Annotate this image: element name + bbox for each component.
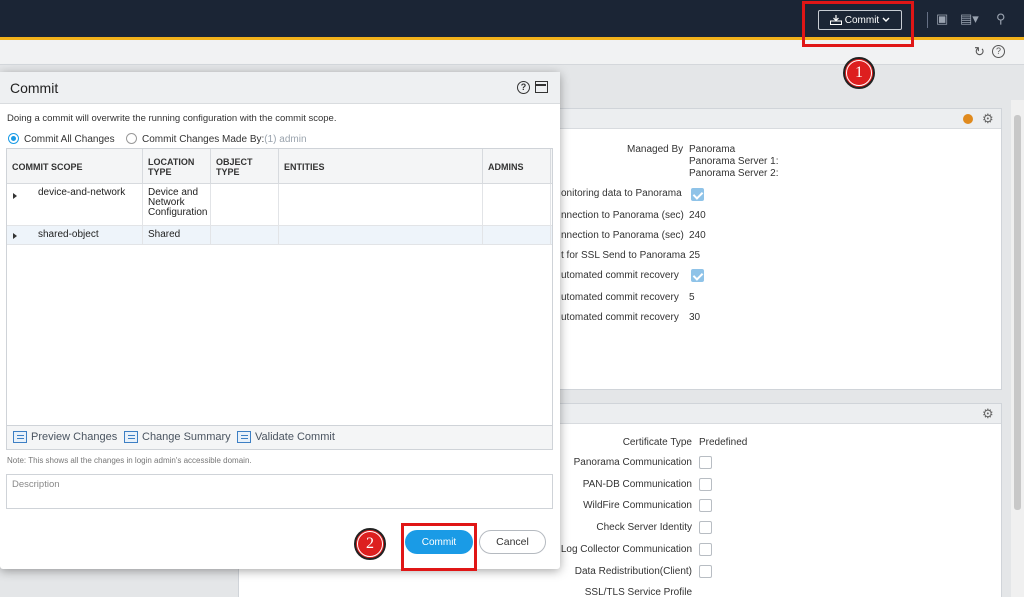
table-header: COMMIT SCOPE LOCATION TYPE OBJECT TYPE E… <box>7 149 552 184</box>
certificate-type-value: Predefined <box>699 437 748 448</box>
commit-by-radio[interactable] <box>126 133 137 144</box>
table-row[interactable]: shared-object Shared <box>7 225 552 245</box>
preview-changes-icon <box>13 431 27 443</box>
table-actions: Preview Changes Change Summary Validate … <box>6 426 553 450</box>
dialog-title: Commit <box>10 80 59 96</box>
commit-description: Doing a commit will overwrite the runnin… <box>7 113 337 124</box>
setting-label: Data Redistribution(Client) <box>574 566 692 577</box>
commit-scope-cell: shared-object <box>7 226 143 244</box>
setting-value: 240 <box>689 230 706 241</box>
object-type-cell <box>211 226 279 244</box>
setting-label: t for SSL Send to Panorama <box>561 250 686 261</box>
location-type-cell: Device and Network Configuration <box>143 184 211 225</box>
table-row[interactable]: device-and-network Device and Network Co… <box>7 184 552 225</box>
dialog-header: Commit ? <box>0 72 560 104</box>
setting-label: Check Server Identity <box>596 522 692 533</box>
setting-label: WildFire Communication <box>583 500 692 511</box>
setting-value: 25 <box>689 250 701 261</box>
search-icon[interactable]: ⚲ <box>996 11 1006 27</box>
managed-by-value: Panorama <box>689 144 736 155</box>
column-header[interactable]: ENTITIES <box>279 149 483 184</box>
panorama-server-2-label: Panorama Server 2: <box>689 168 779 179</box>
setting-label: Panorama Communication <box>573 457 692 468</box>
setting-label: Log Collector Communication <box>560 544 692 555</box>
admins-cell <box>483 184 551 225</box>
help-icon[interactable]: ? <box>992 45 1005 58</box>
managed-by-label: Managed By <box>627 144 684 155</box>
setting-label: onitoring data to Panorama <box>561 188 682 199</box>
maximize-icon[interactable] <box>535 81 548 93</box>
entities-cell <box>279 184 483 225</box>
commit-all-radio[interactable] <box>8 133 19 144</box>
column-header[interactable]: LOCATION TYPE <box>143 149 211 184</box>
scrollbar-thumb[interactable] <box>1014 115 1021 510</box>
commit-scope-table: COMMIT SCOPE LOCATION TYPE OBJECT TYPE E… <box>6 148 553 426</box>
step-marker-2: 2 <box>354 528 386 560</box>
setting-checkbox[interactable] <box>691 269 704 282</box>
setting-label: SSL/TLS Service Profile <box>584 587 692 597</box>
setting-label: utomated commit recovery <box>561 292 679 303</box>
change-summary-icon <box>124 431 138 443</box>
status-icon <box>963 114 973 124</box>
commit-by-label: Commit Changes Made By:(1) admin <box>142 134 307 145</box>
setting-checkbox[interactable] <box>699 521 712 534</box>
change-summary-link[interactable]: Change Summary <box>124 431 231 443</box>
location-type-cell: Shared <box>143 226 211 244</box>
setting-checkbox[interactable] <box>699 456 712 469</box>
validate-commit-icon <box>237 431 251 443</box>
column-header[interactable]: COMMIT SCOPE <box>7 149 143 184</box>
commit-menu-highlight <box>802 1 914 47</box>
object-type-cell <box>211 184 279 225</box>
entities-cell <box>279 226 483 244</box>
lock-icon[interactable]: ▣ <box>936 11 948 27</box>
step-marker-1: 1 <box>843 57 875 89</box>
setting-checkbox[interactable] <box>699 499 712 512</box>
refresh-icon[interactable]: ↻ <box>974 45 985 59</box>
column-header[interactable]: ADMINS <box>483 149 551 184</box>
panorama-server-1-label: Panorama Server 1: <box>689 156 779 167</box>
setting-value: 240 <box>689 210 706 221</box>
setting-value: 5 <box>689 292 695 303</box>
preview-changes-link[interactable]: Preview Changes <box>13 431 117 443</box>
commit-dialog: Commit ? Doing a commit will overwrite t… <box>0 72 560 569</box>
commit-scope-cell: device-and-network <box>7 184 143 225</box>
commit-button-highlight <box>401 523 477 571</box>
setting-checkbox[interactable] <box>699 543 712 556</box>
setting-label: nnection to Panorama (sec) <box>561 230 684 241</box>
description-field[interactable]: Description <box>6 474 553 509</box>
admins-cell <box>483 226 551 244</box>
gear-icon[interactable]: ⚙ <box>982 406 994 422</box>
setting-label: PAN-DB Communication <box>582 479 692 490</box>
cancel-button[interactable]: Cancel <box>479 530 546 554</box>
validate-commit-link[interactable]: Validate Commit <box>237 431 335 443</box>
setting-value: 30 <box>689 312 701 323</box>
config-icon[interactable]: ▤▾ <box>960 11 979 27</box>
column-header[interactable]: OBJECT TYPE <box>211 149 279 184</box>
certificate-type-label: Certificate Type <box>622 437 692 448</box>
setting-label: utomated commit recovery <box>561 312 679 323</box>
setting-checkbox[interactable] <box>699 478 712 491</box>
setting-label: nnection to Panorama (sec) <box>561 210 684 221</box>
commit-all-label: Commit All Changes <box>24 134 115 145</box>
setting-checkbox[interactable] <box>691 188 704 201</box>
toolbar-divider <box>927 12 928 28</box>
help-icon[interactable]: ? <box>517 81 530 94</box>
setting-label: utomated commit recovery <box>561 270 679 281</box>
setting-checkbox[interactable] <box>699 565 712 578</box>
gear-icon[interactable]: ⚙ <box>982 111 994 127</box>
scope-note: Note: This shows all the changes in logi… <box>7 456 252 465</box>
page-scrollbar[interactable] <box>1011 100 1024 597</box>
